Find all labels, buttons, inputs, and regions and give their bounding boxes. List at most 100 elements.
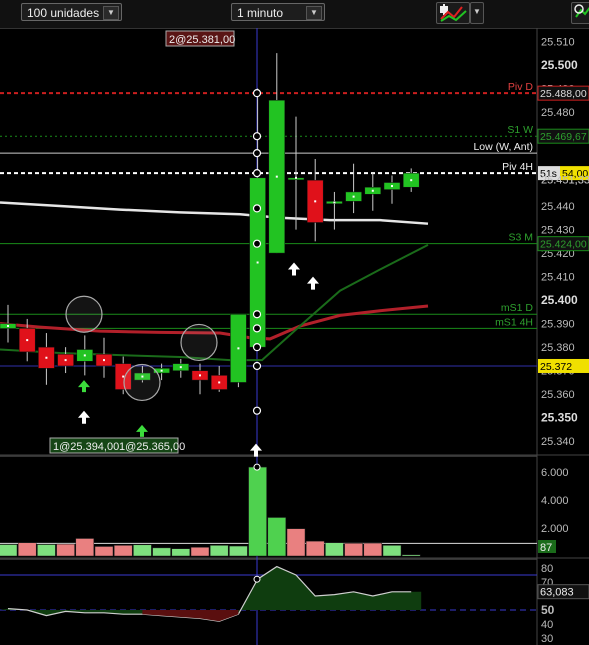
volume-bar (56, 543, 75, 557)
price-tick-label: 25.390 (541, 319, 575, 331)
buy-arrow-icon (78, 410, 90, 424)
buy-arrow-icon (136, 424, 148, 437)
price-tick-label: 25.440 (541, 201, 575, 213)
level-node (252, 239, 262, 248)
buy-arrow-icon (78, 380, 90, 393)
volume-bar (325, 542, 344, 557)
volume-bar (75, 538, 95, 557)
candle-mark (103, 359, 105, 362)
price-tick-label: 25.451,33 (541, 174, 589, 186)
level-price-label: 25.372 (540, 361, 572, 373)
volume-bar (209, 545, 229, 557)
level-label: Piv D (508, 81, 534, 93)
price-tick-label: 25.410 (541, 272, 575, 284)
volume-bar (382, 545, 402, 557)
volume-bar (401, 554, 421, 557)
signal-circle (65, 295, 103, 333)
signal-circle (123, 363, 161, 402)
buy-arrow-icon (288, 262, 300, 276)
level-node (252, 310, 262, 319)
candle-mark (26, 339, 29, 342)
candle-mark (237, 347, 240, 350)
candle-mark (391, 185, 393, 188)
candle-mark (83, 354, 86, 357)
level-node (252, 324, 262, 333)
level-node (252, 132, 262, 141)
volume-bar (17, 542, 37, 557)
price-tick-label: 25.340 (541, 436, 575, 448)
candle-mark (64, 359, 67, 362)
level-node (252, 204, 262, 213)
volume-bar (113, 545, 133, 557)
level-node (252, 149, 262, 158)
order-label: 1@25.394,00 (53, 441, 119, 453)
level-node (253, 463, 261, 471)
level-node (253, 575, 261, 583)
price-tick-label: 25.400 (541, 293, 578, 307)
volume-bar (344, 543, 363, 557)
candle-mark (295, 176, 297, 179)
candle-mark (179, 366, 182, 369)
level-node (252, 343, 262, 352)
level-node (252, 361, 262, 371)
buy-arrow-icon (307, 276, 319, 290)
candle-mark (122, 375, 125, 378)
candle-mark (275, 175, 278, 178)
level-label: Low (W, Ant) (473, 141, 533, 153)
volume-bar (190, 547, 210, 557)
candle-mark (218, 381, 221, 384)
order-label: 1@25.365,00 (119, 441, 185, 453)
price-tick-label: 25.360 (541, 389, 575, 401)
order-label: 2@25.381,00 (169, 34, 235, 46)
level-price-label: 25.424,00 (540, 239, 587, 251)
candle-mark (160, 369, 163, 372)
level-label: mS1 D (501, 302, 534, 314)
volume-current-label: 87 (540, 542, 552, 554)
candle-mark (410, 179, 413, 182)
volume-tick-label: 2.000 (541, 523, 569, 535)
candle-mark (7, 324, 9, 327)
candle-mark (371, 189, 374, 192)
price-tick-label: 25.480 (541, 107, 575, 119)
volume-bar (286, 528, 306, 557)
volume-bar (37, 544, 56, 557)
volume-bar (248, 466, 267, 557)
price-chart[interactable]: 25.51025.50025.49025.48025.454,2525.451,… (0, 0, 589, 645)
volume-bar (171, 548, 191, 557)
candle-mark (45, 356, 48, 359)
level-label: mS1 4H (495, 316, 533, 328)
price-tick-label: 25.500 (541, 58, 578, 72)
volume-tick-label: 6.000 (541, 467, 569, 479)
candle-mark (352, 195, 355, 198)
candle-mark (256, 261, 259, 264)
oscillator-tick-label: 50 (541, 603, 555, 617)
level-node (252, 406, 262, 415)
volume-bar (133, 544, 152, 557)
level-price-label: 25.488,00 (540, 88, 587, 100)
volume-tick-label: 4.000 (541, 495, 569, 507)
level-node (252, 169, 262, 178)
volume-bar (152, 547, 171, 557)
level-label: S1 W (507, 124, 533, 136)
price-tick-label: 25.380 (541, 342, 575, 354)
ema-white-line (0, 201, 429, 225)
price-tick-label: 25.350 (541, 411, 578, 425)
volume-bar (229, 545, 248, 557)
candle-mark (314, 200, 317, 203)
level-node (252, 89, 262, 98)
oscillator-tick-label: 30 (541, 633, 553, 645)
signal-circle (180, 323, 218, 362)
volume-bar (267, 517, 287, 557)
price-tick-label: 25.510 (541, 36, 575, 48)
level-label: Piv 4H (502, 161, 533, 173)
oscillator-tick-label: 40 (541, 619, 553, 631)
candle-mark (199, 374, 201, 377)
volume-bar (94, 546, 114, 557)
candle-mark (333, 201, 336, 204)
volume-bar (363, 542, 383, 557)
volume-bar (0, 544, 18, 557)
level-label: S3 M (508, 232, 533, 244)
level-price-label: 25.469,67 (540, 131, 587, 143)
oscillator-current-label: 63,083 (540, 587, 574, 599)
oscillator-tick-label: 80 (541, 563, 553, 575)
